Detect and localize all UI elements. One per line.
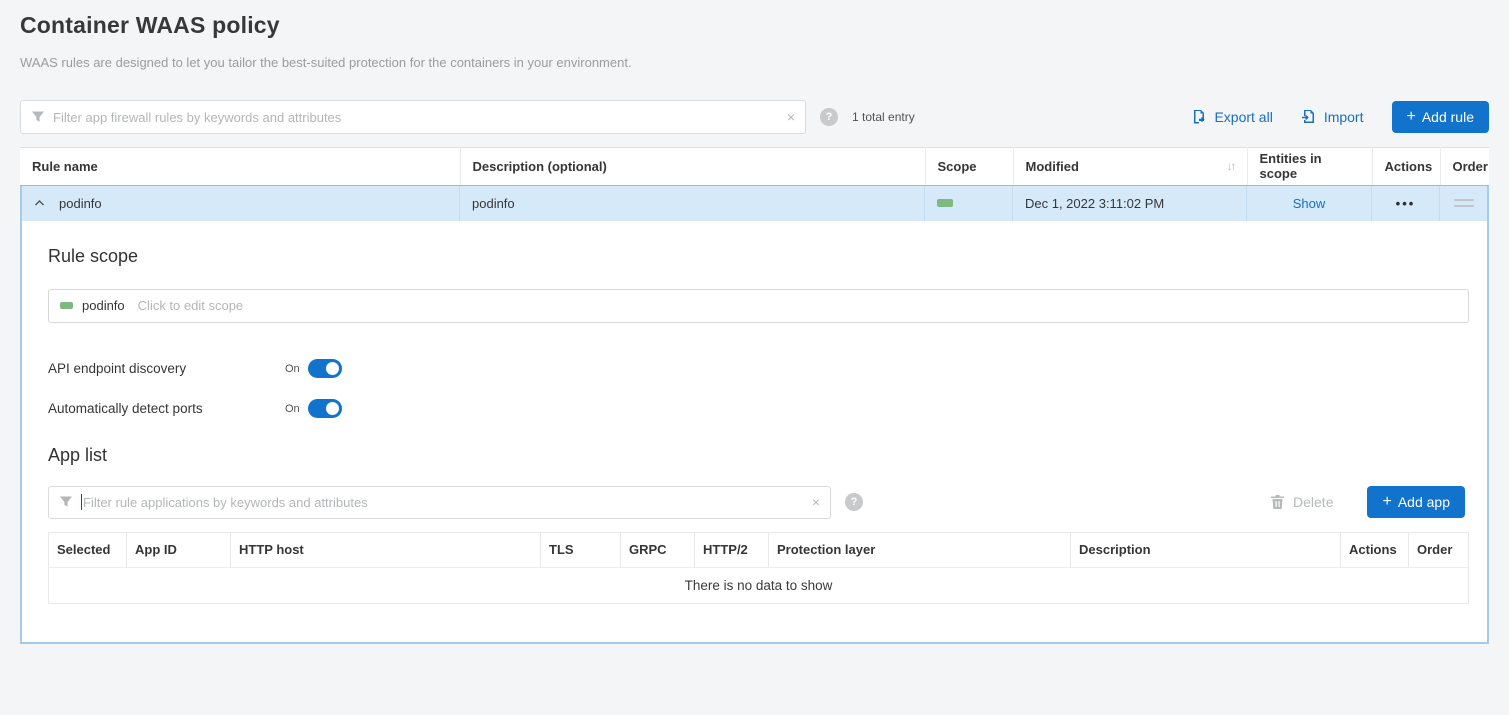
- app-table-header-row: Selected App ID HTTP host TLS GRPC HTTP/…: [49, 532, 1469, 567]
- rule-scope-heading: Rule scope: [48, 246, 1465, 267]
- export-icon: [1191, 109, 1207, 125]
- col-tls: TLS: [541, 532, 621, 567]
- col-order: Order: [1440, 148, 1489, 185]
- app-filter-help-icon[interactable]: ?: [845, 493, 863, 511]
- api-endpoint-discovery-state: On: [285, 363, 300, 375]
- scope-value: podinfo: [82, 298, 125, 313]
- rule-name-cell: podinfo: [22, 186, 460, 221]
- rule-order-cell: [1440, 186, 1487, 221]
- col-app-description: Description: [1071, 532, 1341, 567]
- import-icon: [1301, 109, 1317, 125]
- export-all-label: Export all: [1214, 109, 1272, 125]
- col-modified[interactable]: Modified ↓↑: [1013, 148, 1247, 185]
- col-app-order: Order: [1409, 532, 1469, 567]
- add-rule-button[interactable]: + Add rule: [1392, 101, 1490, 133]
- rule-modified: Dec 1, 2022 3:11:02 PM: [1025, 196, 1164, 211]
- auto-detect-ports-row: Automatically detect ports On: [48, 399, 1465, 419]
- import-label: Import: [1324, 109, 1364, 125]
- app-filter-box[interactable]: ×: [48, 486, 831, 519]
- container-waas-policy-page: Container WAAS policy WAAS rules are des…: [0, 0, 1509, 644]
- app-filter-input[interactable]: [83, 495, 802, 510]
- sort-icon[interactable]: ↓↑: [1227, 159, 1235, 173]
- api-endpoint-discovery-label: API endpoint discovery: [48, 361, 285, 376]
- rules-filter-box[interactable]: ×: [20, 100, 806, 134]
- trash-icon: [1270, 494, 1285, 510]
- rule-name: podinfo: [59, 196, 102, 211]
- col-modified-label: Modified: [1026, 159, 1079, 174]
- col-scope: Scope: [925, 148, 1013, 185]
- toggle-knob: [326, 402, 339, 415]
- import-button[interactable]: Import: [1301, 109, 1364, 125]
- col-http-host: HTTP host: [231, 532, 541, 567]
- rule-scope-editor[interactable]: podinfo Click to edit scope: [48, 289, 1469, 323]
- col-description: Description (optional): [460, 148, 925, 185]
- show-entities-link[interactable]: Show: [1293, 196, 1326, 211]
- col-actions: Actions: [1372, 148, 1440, 185]
- rule-description: podinfo: [472, 196, 515, 211]
- col-entities-in-scope: Entities in scope: [1247, 148, 1372, 185]
- scope-collection-icon: [937, 199, 953, 207]
- total-entry-count: 1 total entry: [852, 110, 915, 124]
- clear-filter-icon[interactable]: ×: [812, 495, 820, 509]
- rule-detail-panel: Rule scope podinfo Click to edit scope A…: [22, 221, 1487, 642]
- app-table-empty-row: There is no data to show: [49, 567, 1469, 603]
- toggle-knob: [326, 362, 339, 375]
- collapse-chevron-icon[interactable]: [34, 199, 45, 207]
- delete-app-button[interactable]: Delete: [1270, 494, 1333, 510]
- rule-row-podinfo[interactable]: podinfo podinfo Dec 1, 2022 3:11:02 PM S…: [22, 186, 1487, 221]
- plus-icon: +: [1407, 108, 1416, 126]
- app-list-table: Selected App ID HTTP host TLS GRPC HTTP/…: [48, 532, 1469, 604]
- drag-handle-icon[interactable]: [1454, 199, 1474, 207]
- api-endpoint-discovery-toggle[interactable]: [308, 359, 342, 378]
- rule-modified-cell: Dec 1, 2022 3:11:02 PM: [1013, 186, 1247, 221]
- col-app-actions: Actions: [1341, 532, 1409, 567]
- rules-filter-help-icon[interactable]: ?: [820, 108, 838, 126]
- app-list-heading: App list: [48, 445, 1465, 466]
- col-app-id: App ID: [127, 532, 231, 567]
- rule-description-cell: podinfo: [460, 186, 925, 221]
- text-cursor: [81, 494, 82, 510]
- page-title: Container WAAS policy: [20, 0, 1489, 39]
- auto-detect-ports-state: On: [285, 403, 300, 415]
- app-list-toolbar: × ? Delete + Add app: [48, 486, 1465, 519]
- filter-funnel-icon: [59, 495, 73, 509]
- add-app-label: Add app: [1398, 494, 1450, 510]
- expanded-rule-card: podinfo podinfo Dec 1, 2022 3:11:02 PM S…: [20, 185, 1489, 644]
- rule-scope-cell: [925, 186, 1013, 221]
- rule-entities-cell: Show: [1247, 186, 1372, 221]
- col-rule-name: Rule name: [20, 148, 460, 185]
- col-selected: Selected: [49, 532, 127, 567]
- page-subtitle: WAAS rules are designed to let you tailo…: [20, 55, 1489, 70]
- empty-state-message: There is no data to show: [49, 567, 1469, 603]
- filter-funnel-icon: [31, 110, 45, 124]
- add-app-button[interactable]: + Add app: [1367, 486, 1465, 518]
- col-grpc: GRPC: [621, 532, 695, 567]
- api-endpoint-discovery-row: API endpoint discovery On: [48, 359, 1465, 379]
- add-rule-label: Add rule: [1422, 109, 1474, 125]
- scope-chip-icon: [60, 302, 73, 309]
- col-http2: HTTP/2: [695, 532, 769, 567]
- scope-placeholder: Click to edit scope: [138, 298, 244, 313]
- auto-detect-ports-toggle[interactable]: [308, 399, 342, 418]
- actions-menu-icon[interactable]: •••: [1396, 196, 1416, 211]
- rule-actions-cell: •••: [1372, 186, 1440, 221]
- delete-app-label: Delete: [1293, 494, 1333, 510]
- export-all-button[interactable]: Export all: [1191, 109, 1272, 125]
- rules-toolbar: × ? 1 total entry Export all Import + Ad…: [20, 100, 1489, 134]
- clear-filter-icon[interactable]: ×: [787, 110, 795, 124]
- rules-table: Rule name Description (optional) Scope M…: [20, 147, 1489, 185]
- rules-table-header-row: Rule name Description (optional) Scope M…: [20, 148, 1489, 185]
- rules-filter-input[interactable]: [53, 110, 777, 125]
- col-protection-layer: Protection layer: [769, 532, 1071, 567]
- plus-icon: +: [1382, 493, 1391, 511]
- auto-detect-ports-label: Automatically detect ports: [48, 401, 285, 416]
